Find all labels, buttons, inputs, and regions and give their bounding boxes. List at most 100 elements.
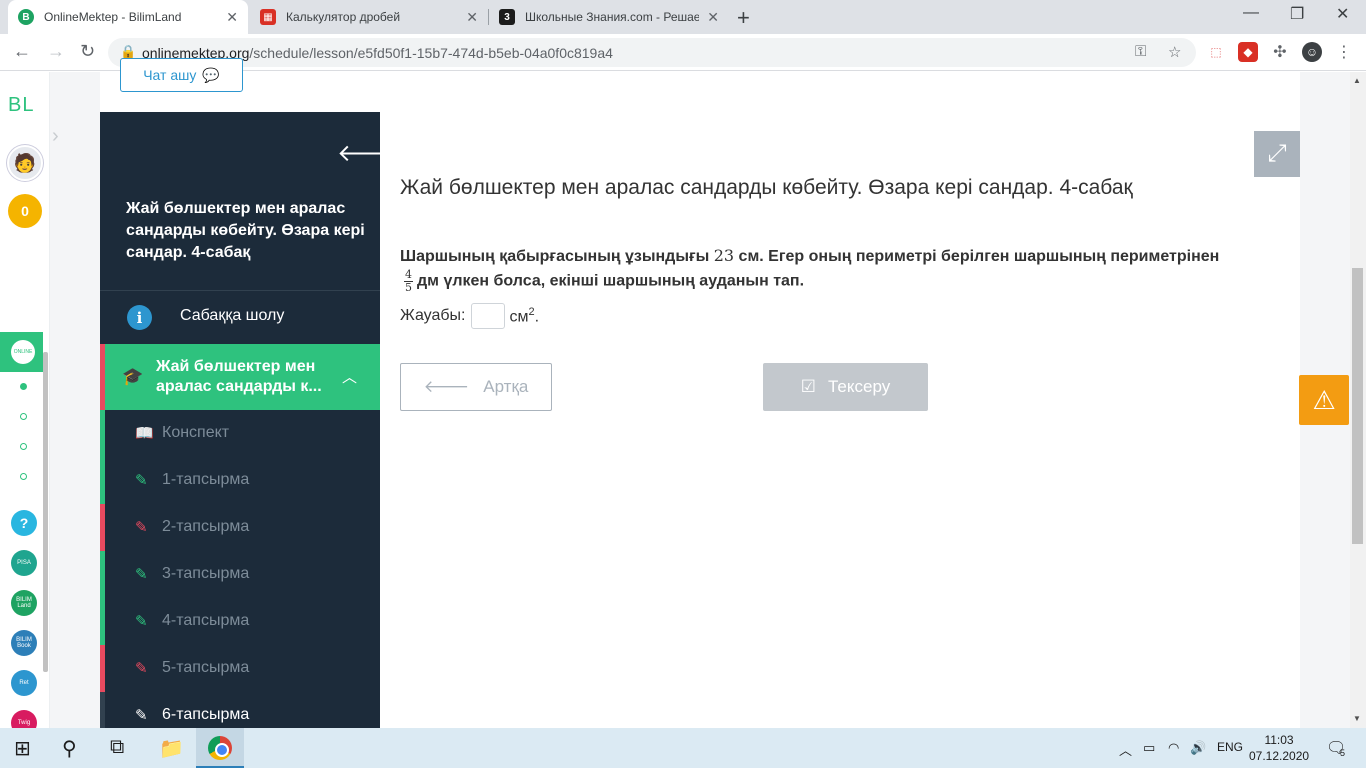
answer-row: Жауабы: см2. — [400, 303, 539, 329]
status-indicator — [100, 504, 105, 551]
extensions-puzzle-icon[interactable]: ✣ — [1270, 42, 1290, 62]
rail-scrollbar[interactable] — [43, 352, 48, 672]
search-icon[interactable]: ⚲ — [62, 736, 77, 761]
sidebar-item-label: 1-тапсырма — [162, 471, 250, 488]
windows-start-icon[interactable]: ⊞ — [14, 736, 31, 761]
sidebar-item-label: 6-тапсырма — [162, 706, 250, 723]
address-bar[interactable]: 🔒 onlinemektep.org/schedule/lesson/e5fd5… — [108, 38, 1196, 67]
bilimbook-app-icon[interactable]: BILIM Book — [11, 630, 37, 656]
restore-icon[interactable]: ❐ — [1290, 4, 1304, 24]
status-indicator — [100, 645, 105, 692]
page-title: Жай бөлшектер мен аралас сандарды көбейт… — [400, 176, 1133, 199]
extension-red-icon[interactable]: ◆ — [1238, 42, 1258, 62]
calculator-favicon-icon: ▦ — [260, 9, 276, 25]
rail-dot[interactable] — [20, 473, 27, 480]
checkbox-icon: ☑ — [800, 377, 816, 396]
file-explorer-icon[interactable]: 📁 — [159, 736, 184, 761]
check-button[interactable]: ☑ Тексеру — [763, 363, 928, 411]
tab-title: OnlineMektep - BilimLand — [44, 10, 182, 24]
extension-icon[interactable]: ⬚ — [1206, 42, 1226, 62]
edit-icon: ✎ — [135, 660, 148, 677]
wifi-icon[interactable]: ◠ — [1168, 740, 1179, 756]
answer-input[interactable] — [470, 303, 505, 329]
browser-tab-onlinemektep[interactable]: B OnlineMektep - BilimLand ✕ — [8, 0, 248, 34]
open-chat-button[interactable]: Чат ашу 💬 — [120, 58, 243, 92]
scroll-down-icon[interactable]: ▼ — [1353, 714, 1361, 723]
volume-icon[interactable]: 🔊 — [1190, 740, 1206, 756]
fullscreen-expand-icon[interactable]: ⤢ — [1254, 131, 1300, 177]
close-tab-icon[interactable]: ✕ — [707, 9, 719, 26]
chrome-logo-icon — [208, 736, 232, 760]
score-badge[interactable]: 0 — [8, 194, 42, 228]
browser-tab-fraction-calculator[interactable]: ▦ Калькулятор дробей ✕ — [250, 0, 488, 34]
sidebar-item-overview[interactable]: i Сабаққа шолу — [100, 291, 380, 343]
arrow-left-icon: 🡐 — [423, 377, 470, 396]
bookmark-star-icon[interactable]: ☆ — [1168, 43, 1181, 61]
sidebar-section-lesson[interactable]: 🎓 Жай бөлшектер мен аралас сандарды к...… — [100, 344, 380, 410]
chevron-up-icon[interactable]: ︿ — [1119, 740, 1132, 759]
task-view-icon[interactable]: ⧉ — [110, 736, 124, 759]
scrollbar-thumb[interactable] — [1352, 268, 1363, 544]
close-window-icon[interactable]: ✕ — [1336, 4, 1349, 24]
ret-app-icon[interactable]: Ret — [11, 670, 37, 696]
battery-icon[interactable]: ▭ — [1143, 740, 1155, 756]
new-tab-icon[interactable]: + — [737, 5, 750, 31]
pisa-app-icon[interactable]: PISA — [11, 550, 37, 576]
menu-kebab-icon[interactable]: ⋮ — [1334, 42, 1354, 62]
forward-arrow-icon[interactable]: → — [47, 41, 65, 62]
tab-title: Калькулятор дробей — [286, 10, 401, 24]
close-tab-icon[interactable]: ✕ — [466, 9, 478, 26]
sidebar-item-task-4[interactable]: ✎ 4-тапсырма — [100, 598, 380, 645]
browser-tab-znania[interactable]: 3 Школьные Знания.com - Решае ✕ — [489, 0, 729, 34]
rail-expand-chevron-icon[interactable]: › — [52, 125, 59, 148]
scroll-up-icon[interactable]: ▲ — [1353, 76, 1361, 85]
book-icon: 📖 — [135, 425, 154, 442]
report-warning-icon[interactable]: ⚠ — [1299, 375, 1349, 425]
sidebar-lesson-title: Жай бөлшектер мен аралас сандарды көбейт… — [126, 200, 365, 261]
user-avatar[interactable]: 🧑 — [7, 145, 43, 181]
sidebar-item-label: 2-тапсырма — [162, 518, 250, 535]
bilimland-app-icon[interactable]: BILIM Land — [11, 590, 37, 616]
check-button-label: Тексеру — [828, 377, 891, 396]
minimize-icon[interactable]: — — [1243, 4, 1259, 22]
rail-dot[interactable] — [20, 413, 27, 420]
bilimland-logo[interactable]: BL — [8, 94, 34, 117]
sidebar-item-label: Сабаққа шолу — [180, 307, 285, 324]
sidebar-item-konspekt[interactable]: 📖 Конспект — [100, 410, 380, 457]
rail-dot[interactable] — [20, 443, 27, 450]
chat-icon: 💬 — [202, 66, 220, 83]
clock[interactable]: 11:03 07.12.2020 — [1249, 732, 1309, 764]
rail-item-onlinemektep[interactable]: ONLINE — [0, 332, 43, 372]
status-indicator — [100, 598, 105, 645]
chrome-taskbar-icon[interactable] — [196, 728, 244, 768]
sidebar-item-task-2[interactable]: ✎ 2-тапсырма — [100, 504, 380, 551]
bilimland-favicon-icon: B — [18, 9, 34, 25]
sidebar-item-task-6[interactable]: ✎ 6-тапсырма — [100, 692, 380, 728]
clock-date: 07.12.2020 — [1249, 749, 1310, 763]
rail-dot-active[interactable] — [20, 383, 27, 390]
sidebar-item-task-3[interactable]: ✎ 3-тапсырма — [100, 551, 380, 598]
chat-button-label: Чат ашу — [143, 67, 197, 83]
help-icon[interactable]: ? — [11, 510, 37, 536]
sidebar-item-label: 4-тапсырма — [162, 612, 250, 629]
sidebar-item-label: Конспект — [162, 424, 230, 441]
profile-avatar-icon[interactable]: ☺ — [1302, 42, 1322, 62]
key-icon[interactable]: ⚿ — [1135, 43, 1146, 60]
close-tab-icon[interactable]: ✕ — [226, 9, 238, 26]
site-rail: BL 🧑 0 ONLINE ? PISA BILIM Land BILIM Bo… — [0, 72, 50, 736]
edit-icon: ✎ — [135, 519, 148, 536]
status-indicator — [100, 692, 105, 728]
back-arrow-icon[interactable]: ← — [13, 41, 31, 62]
browser-tab-strip: B OnlineMektep - BilimLand ✕ ▦ Калькулят… — [0, 0, 1366, 34]
back-button[interactable]: 🡐 Артқа — [400, 363, 552, 411]
page-scrollbar[interactable]: ▲ ▼ — [1350, 72, 1366, 728]
chevron-up-icon[interactable]: ︿ — [342, 366, 357, 387]
language-indicator[interactable]: ENG — [1217, 740, 1243, 754]
sidebar-item-task-5[interactable]: ✎ 5-тапсырма — [100, 645, 380, 692]
tab-title: Школьные Знания.com - Решае — [525, 10, 700, 24]
back-arrow-icon[interactable]: 🡐 — [337, 138, 380, 168]
sidebar-item-task-1[interactable]: ✎ 1-тапсырма — [100, 457, 380, 504]
graduation-cap-icon: 🎓 — [122, 367, 144, 386]
reload-icon[interactable]: ↻ — [80, 41, 95, 62]
status-indicator — [100, 551, 105, 598]
